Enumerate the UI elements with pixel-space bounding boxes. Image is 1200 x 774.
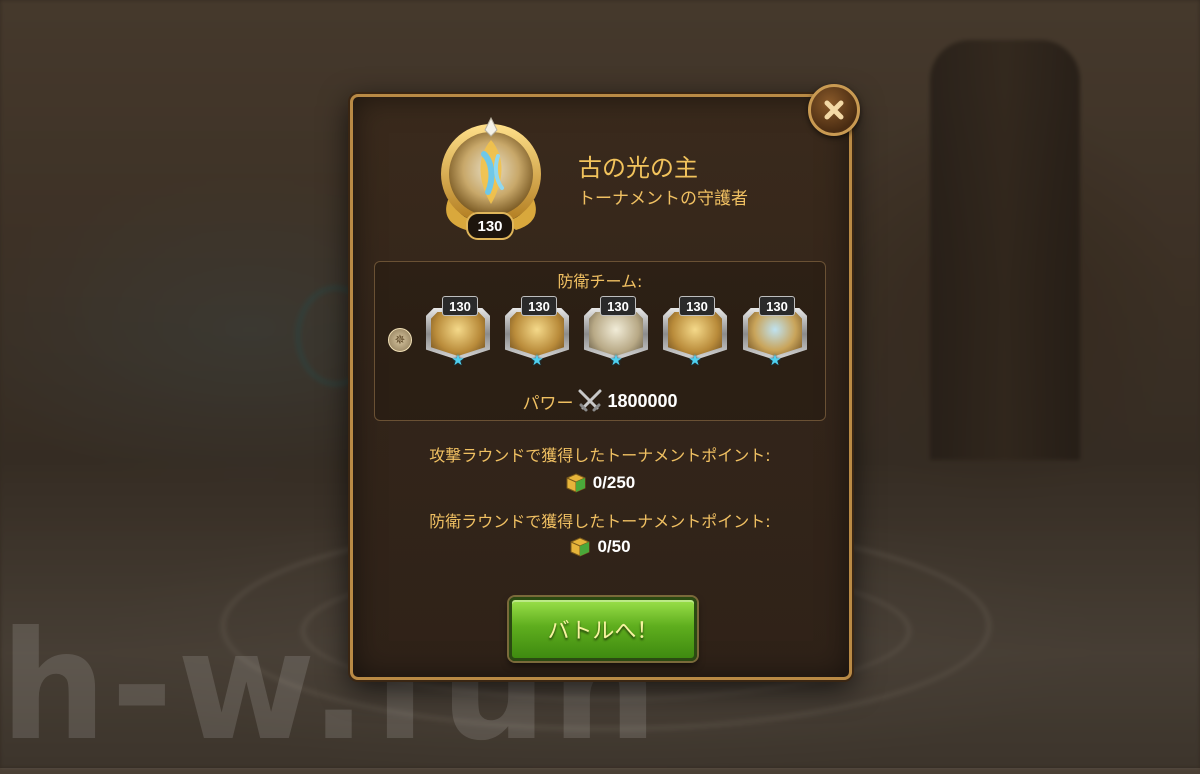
tournament-cube-icon	[566, 473, 586, 493]
hero-portrait	[510, 312, 564, 356]
hero-level: 130	[442, 296, 478, 316]
hero-portrait	[431, 312, 485, 356]
hero-portrait	[748, 312, 802, 356]
opponent-level-badge: 130	[466, 212, 514, 240]
hero-level: 130	[679, 296, 715, 316]
hero-portrait	[589, 312, 643, 356]
attack-points-label: 攻撃ラウンドで獲得したトーナメントポイント:	[429, 446, 771, 465]
attack-points-row: 0/250	[350, 472, 850, 494]
defense-points-label: 防衛ラウンドで獲得したトーナメントポイント:	[429, 512, 771, 531]
team-power: パワー 1800000	[374, 388, 826, 414]
defense-team-label: 防衛チーム:	[557, 272, 643, 291]
power-label: パワー	[522, 393, 574, 414]
opponent-title: トーナメントの守護者	[578, 189, 748, 209]
team-star-icon: ✵	[388, 328, 412, 352]
hero-slot-2[interactable]: 130 ★	[503, 296, 571, 370]
star-icon: ★	[688, 351, 702, 369]
attack-points-value: 0/250	[592, 473, 636, 492]
close-button[interactable]	[808, 84, 860, 136]
battle-button[interactable]: バトルへ！	[509, 597, 697, 661]
hero-portrait	[668, 312, 722, 356]
hero-level: 130	[600, 296, 636, 316]
hero-slot-5[interactable]: 130 ★	[741, 296, 809, 370]
power-value: 1800000	[607, 390, 678, 411]
star-icon: ★	[530, 351, 544, 369]
opponent-name: 古の光の主	[578, 154, 698, 182]
crossed-swords-icon	[578, 389, 602, 412]
hero-level: 130	[521, 296, 557, 316]
hero-slot-3[interactable]: 130 ★	[582, 296, 650, 370]
star-icon: ★	[768, 351, 782, 369]
hero-slot-4[interactable]: 130 ★	[661, 296, 729, 370]
star-icon: ★	[451, 351, 465, 369]
hero-slot-1[interactable]: 130 ★	[424, 296, 492, 370]
close-icon	[824, 100, 844, 120]
tournament-cube-icon	[570, 537, 590, 557]
defense-points-row: 0/50	[350, 536, 850, 558]
star-icon: ★	[609, 351, 623, 369]
hero-level: 130	[759, 296, 795, 316]
defense-points-value: 0/50	[597, 537, 631, 556]
